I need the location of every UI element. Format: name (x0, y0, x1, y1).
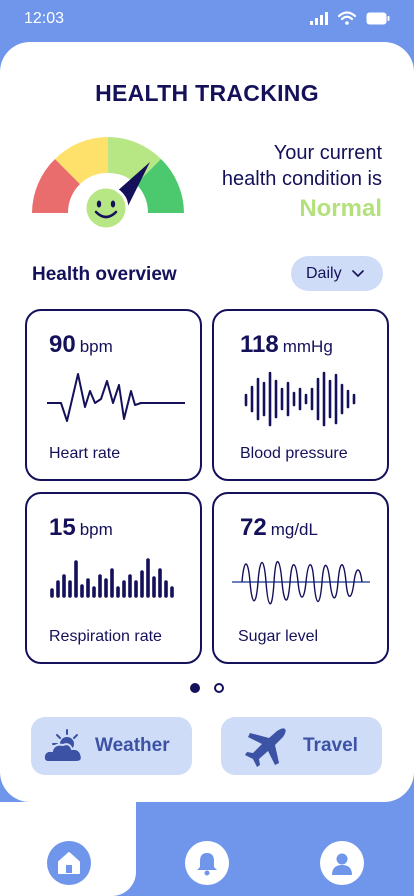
bell-icon (197, 853, 217, 876)
period-value: Daily (306, 264, 342, 282)
heartbeat-graph-icon (47, 373, 185, 422)
status-icons (310, 11, 390, 25)
status-time: 12:03 (24, 10, 65, 27)
metric-label: Heart rate (49, 445, 121, 462)
sugar-level-card[interactable]: 72 mg/dL Sugar level (212, 492, 389, 664)
metric-label: Respiration rate (49, 628, 162, 645)
heart-rate-card[interactable]: 90 bpm Heart rate (25, 309, 202, 481)
respiration-rate-card[interactable]: 15 bpm Respiration rate (25, 492, 202, 664)
weather-button[interactable]: Weather (31, 717, 192, 775)
battery-icon (366, 12, 390, 24)
metric-label: Blood pressure (240, 445, 348, 462)
metric-unit: bpm (79, 337, 113, 356)
airplane-icon (245, 728, 286, 767)
page-indicator (190, 683, 224, 693)
metric-unit: mmHg (282, 337, 333, 356)
condition-line-1: Your current (273, 142, 382, 164)
condition-status: Normal (299, 195, 382, 222)
travel-label: Travel (303, 735, 358, 756)
signal-icon (310, 11, 328, 25)
condition-text: Your current health condition is Normal (222, 140, 382, 222)
condition-line-2: health condition is (221, 168, 382, 190)
metric-value: 72 (240, 514, 267, 541)
sugar-wave-graph-icon (232, 560, 370, 605)
overview-title: Health overview (32, 264, 177, 285)
smiley-face-icon (83, 185, 129, 231)
metric-unit: mg/dL (270, 520, 318, 539)
user-icon (332, 853, 352, 875)
health-gauge (32, 137, 184, 231)
pressure-wave-graph-icon (244, 371, 356, 427)
nav-notifications[interactable] (185, 841, 229, 885)
wifi-icon (338, 11, 356, 25)
travel-button[interactable]: Travel (221, 717, 382, 775)
chevron-down-icon (351, 269, 364, 277)
bottom-nav-bar (136, 826, 414, 896)
nav-home[interactable] (47, 841, 91, 885)
metric-label: Sugar level (238, 628, 319, 645)
metric-value: 90 (49, 331, 76, 358)
metric-unit: bpm (79, 520, 113, 539)
status-bar: 12:03 (0, 0, 414, 40)
blood-pressure-card[interactable]: 118 mmHg Blood pressure (212, 309, 389, 481)
metric-value: 118 (240, 331, 279, 358)
period-select[interactable]: Daily (291, 256, 383, 291)
metric-value: 15 (49, 514, 76, 541)
weather-label: Weather (95, 735, 170, 756)
page-dot-2[interactable] (214, 683, 224, 693)
nav-profile[interactable] (320, 841, 364, 885)
home-icon (58, 852, 80, 874)
page-dot-1[interactable] (190, 683, 200, 693)
respiration-bars-graph-icon (50, 558, 174, 598)
page-title: HEALTH TRACKING (95, 80, 319, 106)
weather-icon (43, 729, 83, 763)
